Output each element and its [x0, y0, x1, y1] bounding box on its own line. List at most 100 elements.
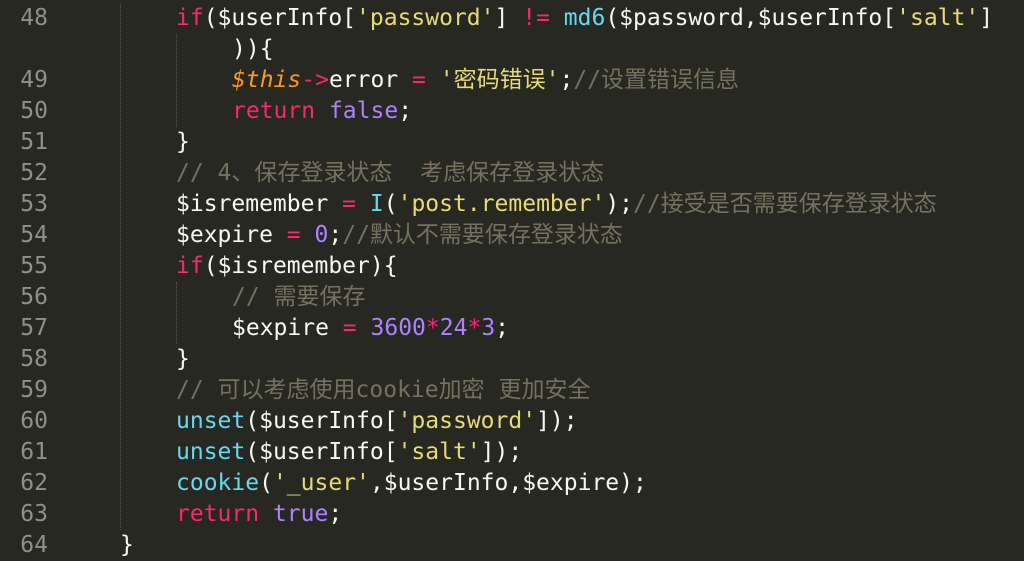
code-line[interactable]: // 4、保存登录状态 考虑保存登录状态	[176, 158, 604, 189]
code-token: if	[176, 5, 204, 31]
line-number: 52	[20, 160, 48, 186]
indent-guide	[120, 3, 121, 530]
code-token: cookie	[176, 470, 260, 496]
line-number-gutter: 48 49 50 51 52 53 54 55 56 57 58 59 60 61 62 63 64	[0, 0, 62, 561]
code-token: ($userInfo[	[245, 408, 398, 434]
code-token: $isremember	[176, 191, 343, 217]
code-token: ]	[979, 5, 994, 31]
code-line[interactable]: )){	[232, 34, 274, 65]
code-token: ]);	[536, 408, 578, 434]
code-token: =	[342, 315, 357, 341]
code-line[interactable]: $expire = 3600*24*3;	[232, 313, 509, 344]
line-number: 59	[20, 377, 48, 403]
code-token: ($isremember){	[203, 253, 398, 279]
code-token: if	[176, 253, 204, 279]
code-token: {	[259, 36, 274, 62]
code-token: 3	[481, 315, 496, 341]
code-token: '_user'	[272, 470, 370, 496]
line-number: 49	[20, 67, 48, 93]
code-line[interactable]: // 需要保存	[232, 282, 366, 313]
code-token: (	[259, 470, 273, 496]
code-token: // 需要保存	[232, 284, 366, 310]
code-token: false	[328, 98, 399, 124]
code-line[interactable]: $isremember = I('post.remember');//接受是否需…	[176, 189, 937, 220]
code-token: }	[176, 346, 190, 372]
code-token: 'password'	[356, 5, 495, 31]
code-line[interactable]: if($isremember){	[176, 251, 398, 282]
code-token: true	[272, 501, 329, 527]
code-line[interactable]: $this->error = '密码错误';//设置错误信息	[232, 65, 739, 96]
code-token: ;	[328, 501, 343, 527]
code-token: md6	[563, 5, 606, 31]
line-number: 50	[20, 98, 48, 124]
code-line[interactable]: }	[176, 127, 190, 158]
code-token: ;	[559, 67, 574, 93]
code-line[interactable]: unset($userInfo['password']);	[176, 406, 578, 437]
code-token: ;	[495, 315, 510, 341]
code-line[interactable]: }	[120, 530, 134, 561]
line-number: 51	[20, 129, 48, 155]
code-token: ))	[232, 36, 260, 62]
indent-guide	[176, 34, 177, 127]
code-token: ($userInfo[	[245, 439, 398, 465]
code-token: ->	[301, 67, 329, 93]
code-token: !=	[522, 5, 550, 31]
code-token: =	[412, 67, 426, 93]
code-token: return	[176, 501, 260, 527]
indent-guide	[176, 282, 177, 344]
code-line[interactable]: return false;	[232, 96, 412, 127]
code-line[interactable]: }	[176, 344, 190, 375]
code-token: unset	[176, 408, 246, 434]
code-line[interactable]: // 可以考虑使用cookie加密 更加安全	[176, 375, 590, 406]
code-token: 24	[439, 315, 468, 341]
line-number: 48	[20, 5, 48, 31]
code-token: ]);	[480, 439, 523, 465]
line-number: 64	[20, 532, 48, 558]
code-line[interactable]: unset($userInfo['salt']);	[176, 437, 522, 468]
code-token: //设置错误信息	[573, 67, 740, 93]
line-number: 55	[20, 253, 48, 279]
code-line[interactable]: if($userInfo['password'] != md6($passwor…	[176, 3, 993, 34]
code-token: 0	[314, 222, 329, 248]
code-token: unset	[176, 439, 246, 465]
code-line[interactable]: $expire = 0;//默认不需要保存登录状态	[176, 220, 623, 251]
code-token: }	[120, 532, 134, 558]
code-token: =	[286, 222, 301, 248]
code-token: //接受是否需要保存登录状态	[633, 191, 937, 217]
line-number: 63	[20, 501, 48, 527]
code-line[interactable]: return true;	[176, 499, 342, 530]
line-number: 53	[20, 191, 48, 217]
code-token: }	[176, 129, 190, 155]
code-token: return	[232, 98, 316, 124]
code-token: ;	[398, 98, 413, 124]
code-token: // 4、保存登录状态 考虑保存登录状态	[176, 160, 605, 186]
code-token: ]	[494, 5, 523, 31]
code-token: ,$userInfo,$expire);	[369, 470, 647, 496]
code-token: 'salt'	[397, 439, 481, 465]
code-token: '密码错误'	[439, 67, 560, 93]
line-number: 61	[20, 439, 48, 465]
code-token: // 可以考虑使用cookie加密 更加安全	[176, 377, 591, 403]
line-number: 57	[20, 315, 48, 341]
code-line[interactable]: cookie('_user',$userInfo,$expire);	[176, 468, 647, 499]
code-token: ($password,$userInfo[	[605, 5, 897, 31]
code-token: (	[383, 191, 398, 217]
code-token: *	[425, 315, 440, 341]
code-token: ;	[328, 222, 343, 248]
code-token: *	[467, 315, 482, 341]
line-number: 60	[20, 408, 48, 434]
code-token: I	[369, 191, 384, 217]
code-token: 'post.remember'	[397, 191, 606, 217]
code-token: 'password'	[397, 408, 537, 434]
line-number: 56	[20, 284, 48, 310]
code-token: ($userInfo[	[203, 5, 357, 31]
code-token: //默认不需要保存登录状态	[342, 222, 623, 248]
code-editor[interactable]: 48 49 50 51 52 53 54 55 56 57 58 59 60 61 62 63 64 if($u…	[0, 0, 1024, 561]
